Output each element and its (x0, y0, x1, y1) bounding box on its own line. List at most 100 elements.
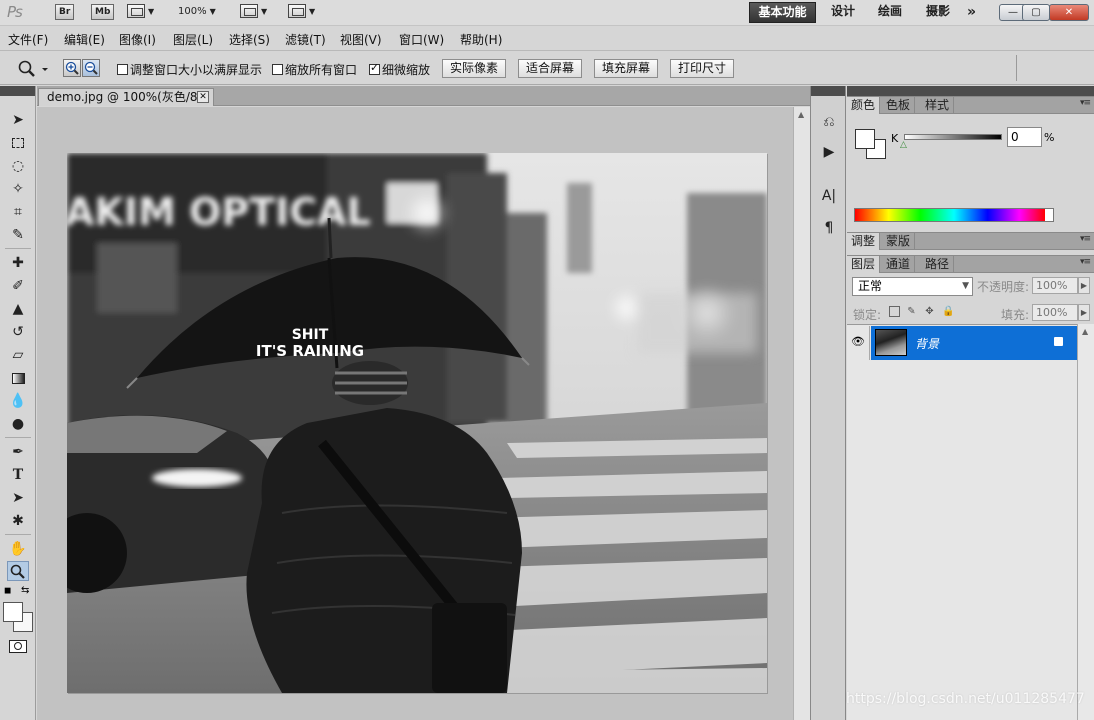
close-button[interactable]: ✕ (1049, 4, 1089, 21)
workspace-design-button[interactable]: 设计 (831, 2, 855, 23)
tab-masks[interactable]: 蒙版 (882, 233, 916, 250)
k-channel-slider[interactable] (904, 134, 1002, 140)
resize-windows-checkbox[interactable] (117, 64, 128, 75)
lock-position-icon[interactable]: ✥ (924, 306, 935, 317)
scrubby-zoom-option[interactable]: 细微缩放 (369, 61, 430, 78)
zoom-out-button[interactable] (82, 59, 100, 77)
zoom-in-button[interactable] (63, 59, 81, 77)
tab-color[interactable]: 颜色 (847, 97, 881, 114)
lock-all-icon[interactable]: 🔒 (942, 306, 954, 317)
lock-image-icon[interactable]: ✎ (906, 306, 917, 317)
history-brush-tool-icon[interactable]: ↺ (7, 322, 29, 342)
menu-edit[interactable]: 编辑(E) (64, 31, 105, 48)
tab-paths[interactable]: 路径 (921, 256, 955, 273)
panel-menu-icon[interactable]: ▾≡ (1080, 234, 1091, 244)
lock-transparent-icon[interactable] (889, 306, 900, 317)
tab-layers[interactable]: 图层 (847, 256, 881, 273)
tab-channels[interactable]: 通道 (882, 256, 916, 273)
launch-bridge-button[interactable]: Br (55, 4, 75, 22)
move-tool-icon[interactable]: ➤ (7, 110, 29, 130)
layers-vertical-scrollbar[interactable]: ▲ (1077, 324, 1094, 720)
healing-brush-tool-icon[interactable]: ✚ (7, 253, 29, 273)
shape-tool-icon[interactable]: ✱ (7, 511, 29, 531)
layer-visibility-eye-icon[interactable]: 👁 (847, 326, 870, 360)
zoom-all-windows-option[interactable]: 缩放所有窗口 (272, 61, 357, 78)
view-extras-dropdown[interactable]: ▼ (127, 4, 154, 22)
hand-tool-icon[interactable]: ✋ (7, 539, 29, 559)
menu-layer[interactable]: 图层(L) (173, 31, 213, 48)
tool-preset-picker[interactable] (14, 59, 54, 79)
k-value-input[interactable]: 0 (1007, 127, 1042, 147)
close-document-icon[interactable]: ✕ (197, 91, 209, 103)
tab-adjustments[interactable]: 调整 (847, 233, 881, 250)
tools-panel-header[interactable] (0, 86, 35, 96)
dodge-tool-icon[interactable]: ● (7, 414, 29, 434)
menu-help[interactable]: 帮助(H) (460, 31, 502, 48)
actions-panel-icon[interactable]: ▶ (819, 142, 839, 162)
clone-stamp-tool-icon[interactable]: ▲ (7, 299, 29, 319)
menu-filter[interactable]: 滤镜(T) (285, 31, 326, 48)
marquee-tool-icon[interactable] (7, 133, 29, 153)
history-panel-icon[interactable]: ⎌ (819, 112, 839, 132)
layer-row-background[interactable]: 背景 (871, 326, 1077, 360)
opacity-arrow-icon[interactable]: ▶ (1078, 277, 1090, 294)
zoom-level-dropdown[interactable]: 100% ▼ (178, 4, 216, 22)
fill-arrow-icon[interactable]: ▶ (1078, 304, 1090, 321)
scroll-up-icon[interactable]: ▲ (798, 110, 804, 119)
foreground-color-swatch[interactable] (3, 602, 23, 622)
arrange-documents-dropdown[interactable]: ▼ (240, 4, 267, 22)
zoom-all-windows-checkbox[interactable] (272, 64, 283, 75)
fill-input[interactable]: 100% (1032, 304, 1078, 321)
paragraph-panel-icon[interactable]: ¶ (819, 218, 839, 238)
menu-view[interactable]: 视图(V) (340, 31, 382, 48)
color-panel-foreground[interactable] (855, 129, 875, 149)
k-slider-thumb-icon[interactable]: △ (900, 140, 907, 150)
fill-screen-button[interactable]: 填充屏幕 (594, 59, 659, 78)
quick-mask-icon[interactable] (9, 640, 27, 653)
canvas-area[interactable]: AKIM OPTICAL SHIT IT'S RAINING (37, 107, 793, 720)
type-tool-icon[interactable]: T (7, 465, 29, 485)
brush-tool-icon[interactable]: ✐ (7, 276, 29, 296)
workspace-painting-button[interactable]: 绘画 (878, 2, 902, 23)
scroll-up-icon[interactable]: ▲ (1082, 327, 1088, 336)
resize-windows-option[interactable]: 调整窗口大小以满屏显示 (117, 61, 262, 78)
crop-tool-icon[interactable]: ⌗ (7, 202, 29, 222)
menu-window[interactable]: 窗口(W) (399, 31, 444, 48)
panel-menu-icon[interactable]: ▾≡ (1080, 98, 1091, 108)
scrubby-zoom-checkbox[interactable] (369, 61, 380, 75)
lasso-tool-icon[interactable]: ◌ (7, 156, 29, 176)
menu-image[interactable]: 图像(I) (119, 31, 156, 48)
dock-header[interactable] (811, 86, 845, 96)
character-panel-icon[interactable]: A| (819, 186, 839, 206)
zoom-tool-icon[interactable] (7, 561, 29, 581)
document-image[interactable]: AKIM OPTICAL SHIT IT'S RAINING (67, 153, 767, 693)
menu-select[interactable]: 选择(S) (229, 31, 270, 48)
menu-file[interactable]: 文件(F) (8, 31, 48, 48)
blur-tool-icon[interactable]: 💧 (7, 391, 29, 411)
panels-header[interactable] (847, 86, 1094, 96)
tab-styles[interactable]: 样式 (921, 97, 955, 114)
workspace-essentials-button[interactable]: 基本功能 (749, 2, 816, 23)
blend-mode-select[interactable]: 正常 ▼ (852, 277, 973, 296)
print-size-button[interactable]: 打印尺寸 (670, 59, 735, 78)
maximize-button[interactable]: ▢ (1022, 4, 1050, 21)
canvas-vertical-scrollbar[interactable]: ▲ (793, 107, 810, 720)
pen-tool-icon[interactable]: ✒ (7, 442, 29, 462)
quick-selection-tool-icon[interactable]: ✧ (7, 179, 29, 199)
more-workspaces-icon[interactable]: » (967, 4, 976, 20)
document-tab[interactable]: demo.jpg @ 100%(灰色/8) ✕ (38, 88, 214, 106)
swap-colors-icon[interactable]: ⇆ (21, 585, 29, 596)
path-selection-tool-icon[interactable]: ➤ (7, 488, 29, 508)
screen-mode-dropdown[interactable]: ▼ (288, 4, 315, 22)
launch-minibridge-button[interactable]: Mb (91, 4, 115, 22)
gradient-tool-icon[interactable] (7, 368, 29, 388)
opacity-input[interactable]: 100% (1032, 277, 1078, 294)
tab-swatches[interactable]: 色板 (882, 97, 916, 114)
color-spectrum-bar[interactable] (854, 208, 1054, 222)
fit-screen-button[interactable]: 适合屏幕 (518, 59, 583, 78)
eraser-tool-icon[interactable]: ▱ (7, 345, 29, 365)
workspace-photography-button[interactable]: 摄影 (926, 2, 950, 23)
actual-pixels-button[interactable]: 实际像素 (442, 59, 507, 78)
panel-menu-icon[interactable]: ▾≡ (1080, 257, 1091, 267)
default-colors-icon[interactable]: ◼ (4, 586, 11, 596)
